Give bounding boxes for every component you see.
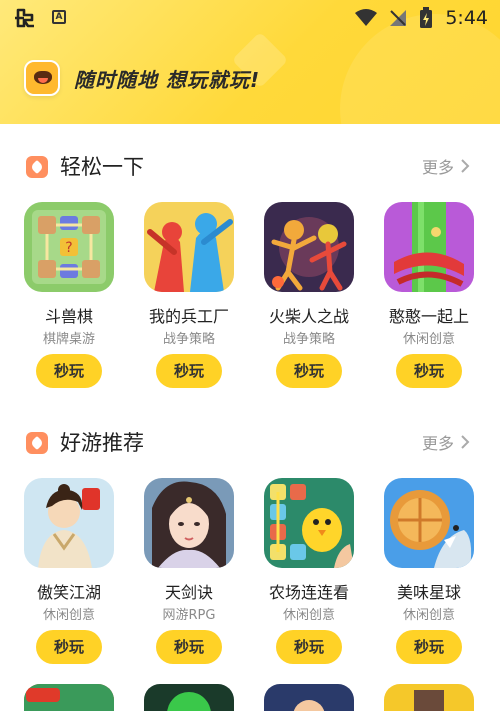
game-name: 斗兽棋 [44,307,93,326]
more-link[interactable]: 更多 [422,430,472,454]
game-thumbnail-partial[interactable] [264,684,354,711]
svg-text:?: ? [65,240,72,256]
more-link[interactable]: 更多 [422,154,472,178]
play-button[interactable]: 秒玩 [36,354,102,388]
game-category: 战争策略 [162,332,215,347]
play-button[interactable]: 秒玩 [156,630,222,664]
game-card[interactable]: 天剑诀 网游RPG 秒玩 [120,478,240,678]
play-button[interactable]: 秒玩 [276,354,342,388]
game-thumbnail-animal-chess[interactable]: ? [24,202,114,292]
section-title: 好游推荐 [60,431,144,455]
chevron-right-icon [461,435,470,449]
no-signal-icon [389,9,407,27]
heart-icon [26,432,48,454]
game-thumbnail-partial[interactable] [144,684,234,711]
section-header: 好游推荐 更多 [0,422,500,462]
app-logo-icon [24,60,60,96]
game-thumbnail-arsenal[interactable] [144,202,234,292]
game-thumbnail-farm-match[interactable] [264,478,354,568]
a-notification-icon: A [52,10,66,24]
wifi-icon [355,9,378,27]
game-thumbnail-stickman-war[interactable] [264,202,354,292]
game-thumbnail-go-together[interactable] [384,202,474,292]
more-label: 更多 [421,434,454,453]
more-label: 更多 [421,158,454,177]
section-relax: 轻松一下 更多 ? 斗兽棋 棋牌桌游 秒玩 我的兵工厂 战争策略 秒玩 火柴人之… [0,146,500,416]
next-game-row-partial [0,684,500,711]
game-name: 美味星球 [396,583,461,602]
game-category: 战争策略 [282,332,335,347]
game-card[interactable]: 火柴人之战 战争策略 秒玩 [240,202,360,402]
game-name: 傲笑江湖 [36,583,101,602]
game-row: ? 斗兽棋 棋牌桌游 秒玩 我的兵工厂 战争策略 秒玩 火柴人之战 战争策略 秒… [0,202,500,402]
status-time: 5:44 [445,7,488,29]
game-category: 休闲创意 [402,332,455,347]
bug-icon [12,6,38,30]
game-card[interactable]: ? 斗兽棋 棋牌桌游 秒玩 [0,202,120,402]
play-button[interactable]: 秒玩 [36,630,102,664]
app-header: A 5:44 随时随地 想玩就玩! [0,0,500,124]
game-name: 农场连连看 [268,583,349,602]
section-title: 轻松一下 [60,155,144,179]
game-name: 我的兵工厂 [148,307,229,326]
game-card[interactable]: 憨憨一起上 休闲创意 秒玩 [360,202,480,402]
play-button[interactable]: 秒玩 [396,354,462,388]
game-thumbnail-partial[interactable] [384,684,474,711]
play-button[interactable]: 秒玩 [156,354,222,388]
game-name: 憨憨一起上 [388,307,469,326]
header-slogan: 随时随地 想玩就玩! [74,68,261,92]
game-card[interactable]: 傲笑江湖 休闲创意 秒玩 [0,478,120,678]
game-card[interactable]: 美味星球 休闲创意 秒玩 [360,478,480,678]
chevron-right-icon [461,159,470,173]
main-panel: 轻松一下 更多 ? 斗兽棋 棋牌桌游 秒玩 我的兵工厂 战争策略 秒玩 火柴人之… [0,124,500,711]
status-bar-right: 5:44 [355,5,488,31]
game-category: 休闲创意 [282,608,335,623]
game-name: 火柴人之战 [268,307,349,326]
section-recommended: 好游推荐 更多 傲笑江湖 休闲创意 秒玩 天剑诀 网游RPG 秒玩 农场连连看 … [0,422,500,692]
game-row: 傲笑江湖 休闲创意 秒玩 天剑诀 网游RPG 秒玩 农场连连看 休闲创意 秒玩 … [0,478,500,678]
game-name: 天剑诀 [164,583,213,602]
section-header: 轻松一下 更多 [0,146,500,186]
game-category: 休闲创意 [402,608,455,623]
game-thumbnail-partial[interactable] [24,684,114,711]
game-card[interactable]: 农场连连看 休闲创意 秒玩 [240,478,360,678]
game-thumbnail-sky-sword[interactable] [144,478,234,568]
game-thumbnail-proud-jianghu[interactable] [24,478,114,568]
game-category: 休闲创意 [42,608,95,623]
game-category: 棋牌桌游 [42,332,95,347]
play-button[interactable]: 秒玩 [396,630,462,664]
game-thumbnail-tasty-planet[interactable] [384,478,474,568]
heart-icon [26,156,48,178]
game-category: 网游RPG [162,608,216,623]
play-button[interactable]: 秒玩 [276,630,342,664]
status-bar: A 5:44 [0,0,500,36]
game-card[interactable]: 我的兵工厂 战争策略 秒玩 [120,202,240,402]
battery-charging-icon [419,7,433,29]
